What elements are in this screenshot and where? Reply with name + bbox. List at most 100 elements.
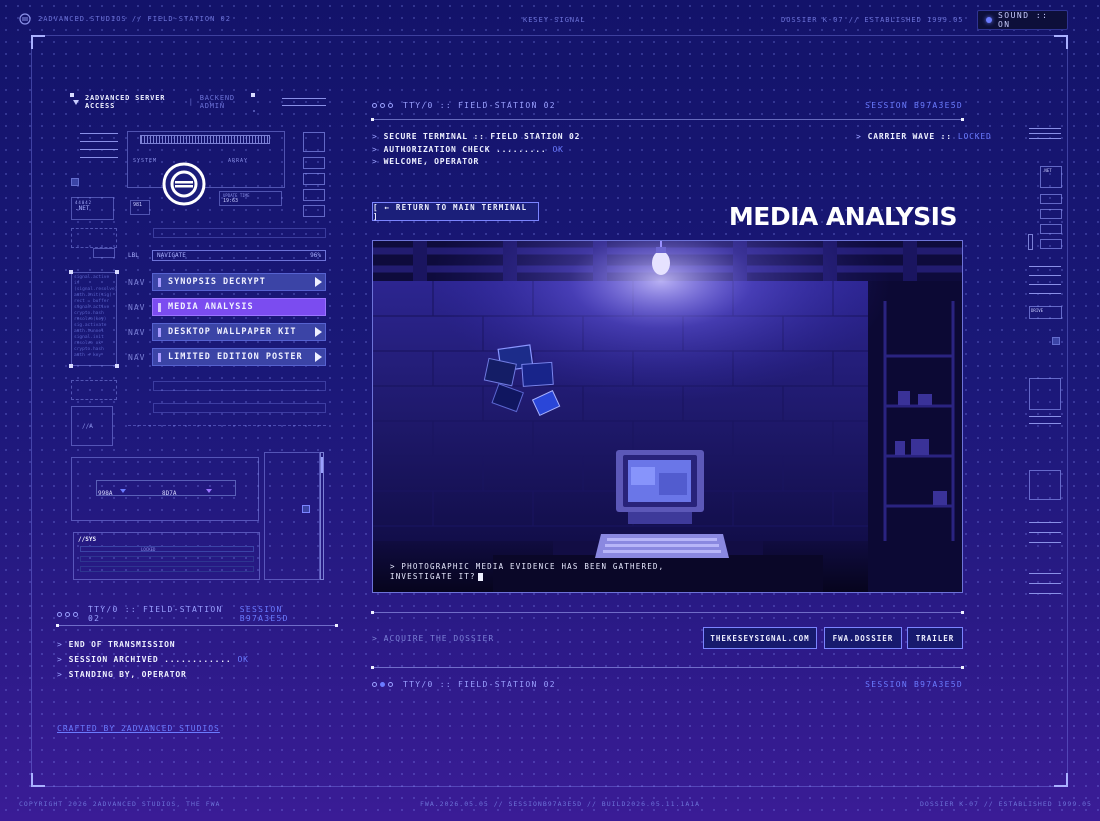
status-toggle-list — [70, 130, 118, 160]
top-bar-signal-text: KESEY-SIGNAL — [523, 16, 586, 24]
sys-module: //SYS LOCKED — [73, 532, 260, 580]
nav-media-analysis-button[interactable]: MEDIA ANALYSIS — [152, 298, 326, 316]
carrier-wave-label: CARRIER WAVE :: — [867, 132, 952, 141]
carrier-wave-status: > CARRIER WAVE :: LOCKED — [856, 132, 992, 145]
sound-toggle-button[interactable]: SOUND :: ON — [977, 10, 1068, 30]
left-terminal-lines: > END OF TRANSMISSION > SESSION ARCHIVED .… — [57, 640, 337, 685]
left-terminal-header: TTY/0 :: FIELD-STATION 02 SESSION B97A3E… — [57, 605, 337, 623]
navigate-value: 96% — [310, 251, 321, 259]
carrier-wave-value: LOCKED — [957, 132, 992, 141]
field-id-1: 998A — [98, 490, 113, 497]
server-access-title: 2ADVANCED SERVER ACCESS — [85, 94, 166, 110]
sound-indicator-icon — [986, 17, 992, 23]
nav-poster-button[interactable]: LIMITED EDITION POSTER — [152, 348, 326, 366]
server-access-header: 2ADVANCED SERVER ACCESS | BACKEND ADMIN — [73, 94, 255, 110]
left-tty-label: TTY/0 :: FIELD-STATION 02 — [88, 605, 223, 623]
system-label: SYSTEM — [133, 158, 158, 164]
play-arrow-icon — [315, 352, 322, 362]
footer-tty-label: TTY/0 :: FIELD-STATION 02 — [403, 679, 556, 689]
media-caption-line-2: INVESTIGATE IT? — [390, 572, 476, 581]
left-session-label: SESSION B97A3E5D — [239, 605, 289, 623]
media-caption: > PHOTOGRAPHIC MEDIA EVIDENCE HAS BEEN G… — [390, 562, 690, 582]
welcome-line: WELCOME, OPERATOR — [383, 157, 480, 166]
thekeseysignal-link[interactable]: THEKESEYSIGNAL.COM — [703, 627, 817, 649]
end-transmission-line: END OF TRANSMISSION — [68, 640, 176, 649]
array-label: ARRAY — [228, 158, 249, 164]
net-chip — [93, 248, 115, 258]
session-archived-line: SESSION ARCHIVED ............ — [68, 655, 232, 664]
status-dots-icon — [372, 102, 393, 108]
backend-admin-label: BACKEND ADMIN — [199, 94, 235, 110]
path-module: //A — [71, 406, 113, 446]
top-bar-left: 2ADVANCED.STUDIOS // FIELD-STATION 02 — [19, 13, 231, 25]
status-dots-icon — [372, 681, 393, 687]
nav-tag: NAV — [128, 277, 146, 287]
play-arrow-icon — [315, 327, 322, 337]
nav-synopsis-decrypt-button[interactable]: SYNOPSIS DECRYPT — [152, 273, 326, 291]
nav-tag: NAV — [128, 327, 146, 337]
sys-label: //SYS — [78, 536, 97, 543]
trailer-label: TRAILER — [915, 633, 955, 643]
faint-row-2 — [153, 381, 326, 391]
sensor-square — [71, 178, 79, 186]
main-terminal-rule — [371, 118, 964, 121]
nav-wallpaper-kit-button[interactable]: DESKTOP WALLPAPER KIT — [152, 323, 326, 341]
nav-row-synopsis[interactable]: NAV SYNOPSIS DECRYPT — [128, 273, 326, 291]
faint-row-1 — [153, 228, 326, 238]
footer-copyright: COPYRIGHT 2026 2ADVANCED STUDIOS, THE FW… — [19, 800, 221, 808]
navigate-select[interactable]: NAVIGATE 96% — [152, 249, 326, 261]
cursor-block-icon — [477, 573, 483, 581]
navigate-label: NAVIGATE — [157, 251, 186, 259]
media-caption-line-1: > PHOTOGRAPHIC MEDIA EVIDENCE HAS BEEN G… — [390, 562, 665, 571]
fwa-dossier-link[interactable]: FWA.DOSSIER — [824, 627, 902, 649]
main-terminal-lines: > SECURE TERMINAL :: FIELD STATION 02 > AU… — [372, 132, 732, 170]
signal-rail — [128, 425, 326, 445]
nav-tag: NAV — [128, 352, 146, 362]
nav-synopsis-label: SYNOPSIS DECRYPT — [168, 277, 266, 287]
fwa-dossier-label: FWA.DOSSIER — [832, 633, 894, 643]
field-id-2: 8D7A — [162, 490, 177, 497]
system-module: SYSTEM ARRAY — [127, 131, 285, 188]
top-bar-studio-text: 2ADVANCED.STUDIOS // FIELD-STATION 02 — [38, 15, 231, 23]
navigate-select-row[interactable]: LBL NAVIGATE 96% — [128, 249, 326, 261]
page-title: MEDIA ANALYSIS — [728, 202, 958, 231]
nav-row-wallpaper[interactable]: NAV DESKTOP WALLPAPER KIT — [128, 323, 326, 341]
studio-logo-icon — [19, 13, 31, 25]
return-button-label: [ ← RETURN TO MAIN TERMINAL ] — [373, 202, 528, 221]
left-terminal-rule — [56, 624, 338, 627]
media-evidence-image[interactable] — [372, 240, 963, 593]
authorization-status: OK — [552, 144, 564, 154]
faint-row-3 — [153, 403, 326, 413]
readout-module — [71, 380, 117, 400]
nav-row-poster[interactable]: NAV LIMITED EDITION POSTER — [128, 348, 326, 366]
2advanced-emblem-icon — [162, 162, 206, 206]
nav-poster-label: LIMITED EDITION POSTER — [168, 352, 303, 362]
sound-toggle-label: SOUND :: ON — [997, 11, 1049, 29]
nav-wallpaper-label: DESKTOP WALLPAPER KIT — [168, 327, 297, 337]
return-main-terminal-button[interactable]: [ ← RETURN TO MAIN TERMINAL ] — [372, 202, 539, 221]
right-drive-label: DRIVE — [1031, 308, 1044, 313]
trailer-link[interactable]: TRAILER — [907, 627, 963, 649]
authorization-line: AUTHORIZATION CHECK ......... — [383, 144, 547, 154]
main-session-label: SESSION B97A3E5D — [865, 100, 963, 110]
side-scrollbar[interactable] — [320, 452, 324, 580]
net-module: 44042 .NET — [71, 197, 114, 220]
standing-by-line: STANDING BY, OPERATOR — [68, 670, 187, 679]
top-bar-dossier-text: DOSSIER K-07 // ESTABLISHED 1999.05 — [781, 16, 964, 24]
footer-session-label: SESSION B97A3E5D — [865, 679, 963, 689]
footer-dossier: DOSSIER K-07 // ESTABLISHED 1999.05 — [920, 800, 1092, 808]
nav-tag: NAV — [128, 302, 146, 312]
collapse-triangle-icon — [73, 99, 79, 105]
panel-toggles-top — [282, 95, 326, 113]
credit-link[interactable]: CRAFTED BY 2ADVANCED STUDIOS — [57, 724, 220, 733]
secure-terminal-line: SECURE TERMINAL :: FIELD STATION 02 — [383, 132, 581, 141]
level-module — [71, 228, 117, 248]
clock-readout: 19:63 — [223, 198, 239, 204]
lbl-label: LBL — [128, 251, 139, 259]
thekeseysignal-label: THEKESEYSIGNAL.COM — [710, 633, 810, 643]
main-terminal-header: TTY/0 :: FIELD-STATION 02 SESSION B97A3E… — [372, 98, 963, 112]
field-id-module: 998A 8D7A — [71, 457, 259, 521]
nav-row-media[interactable]: NAV MEDIA ANALYSIS — [128, 298, 326, 316]
channel-stack — [291, 132, 327, 217]
main-footer-terminal: TTY/0 :: FIELD-STATION 02 SESSION B97A3E… — [372, 677, 963, 691]
